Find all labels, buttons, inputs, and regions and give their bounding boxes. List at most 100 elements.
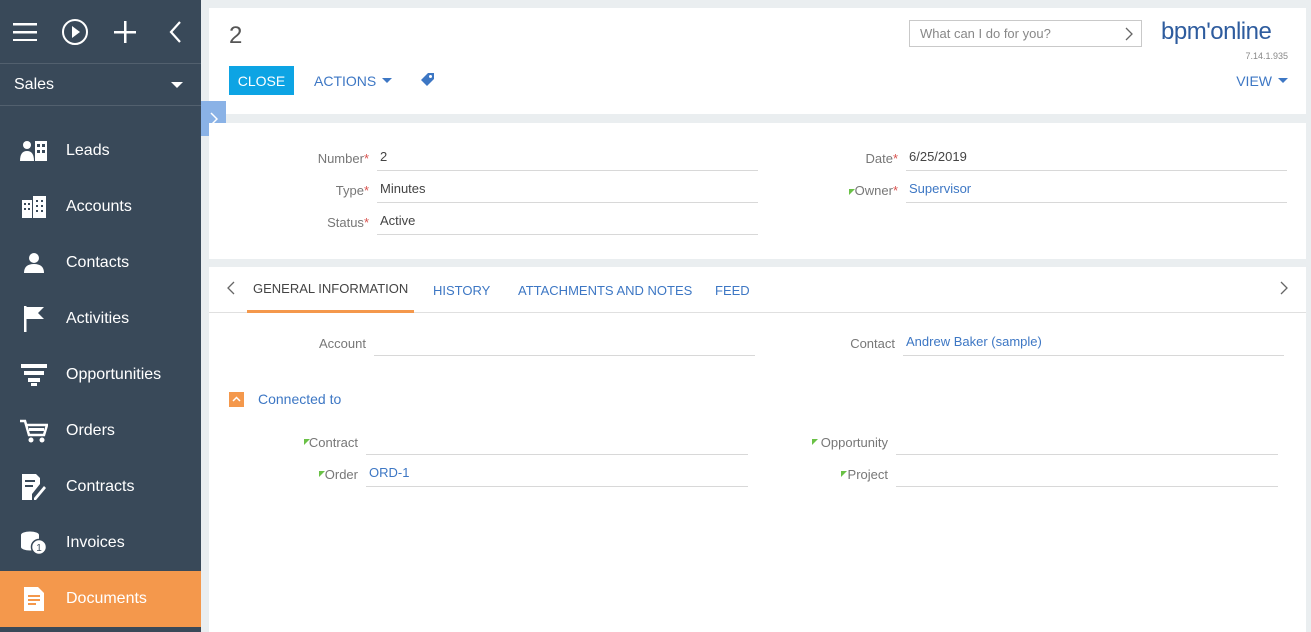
required-mark: * <box>892 183 898 198</box>
contacts-icon <box>0 235 66 291</box>
sidebar-item-contacts[interactable]: Contacts <box>0 235 201 291</box>
view-label: VIEW <box>1236 72 1272 89</box>
contract-value[interactable] <box>366 427 748 455</box>
date-field: Date* 6/25/2019 <box>769 143 1287 171</box>
version-label: 7.14.1.935 <box>1245 51 1288 61</box>
section-list: Leads Accounts Contacts Activities Oppor… <box>0 123 201 627</box>
sidebar-item-activities[interactable]: Activities <box>0 291 201 347</box>
command-search-input[interactable]: What can I do for you? <box>909 20 1142 47</box>
opportunity-field: Opportunity <box>739 427 1278 455</box>
sidebar-item-label: Accounts <box>66 198 132 215</box>
collapse-group-icon[interactable] <box>229 391 244 407</box>
required-mark: * <box>363 183 369 198</box>
opportunity-label: Opportunity <box>820 435 888 450</box>
actions-button[interactable]: ACTIONS <box>314 66 393 95</box>
account-field: Account <box>209 328 755 356</box>
collapse-sidebar-icon[interactable] <box>150 0 200 64</box>
required-mark: * <box>892 151 898 166</box>
tag-icon[interactable] <box>419 71 435 90</box>
sidebar-item-opportunities[interactable]: Opportunities <box>0 347 201 403</box>
actions-label: ACTIONS <box>314 72 377 89</box>
sidebar-item-label: Invoices <box>66 534 125 551</box>
lookup-marker <box>304 439 310 445</box>
order-field: Order ORD-1 <box>209 459 748 487</box>
type-value[interactable]: Minutes <box>377 175 758 203</box>
sidebar-item-label: Contracts <box>66 478 135 495</box>
invoices-coins-icon: 1 <box>0 515 66 571</box>
sidebar-item-documents[interactable]: Documents <box>0 571 201 627</box>
sidebar-item-leads[interactable]: Leads <box>0 123 201 179</box>
project-value[interactable] <box>896 459 1278 487</box>
sidebar-item-invoices[interactable]: 1 Invoices <box>0 515 201 571</box>
chevron-left-icon[interactable] <box>227 281 235 295</box>
required-mark: * <box>363 215 369 230</box>
sidebar-item-label: Documents <box>66 590 147 607</box>
status-field: Status* Active <box>209 207 758 235</box>
documents-icon <box>0 571 66 627</box>
required-mark: * <box>363 151 369 166</box>
sidebar-item-label: Orders <box>66 422 115 439</box>
page-title: 2 <box>229 22 243 49</box>
contract-label: Contract <box>308 435 358 450</box>
order-value[interactable]: ORD-1 <box>366 459 748 487</box>
search-placeholder: What can I do for you? <box>920 26 1051 41</box>
type-label: Type <box>335 183 364 198</box>
workspace-selector[interactable]: Sales <box>0 64 201 106</box>
owner-field: Owner* Supervisor <box>769 175 1287 203</box>
activities-flag-icon <box>0 291 66 347</box>
sidebar-item-orders[interactable]: Orders <box>0 403 201 459</box>
sidebar-item-label: Activities <box>66 310 130 327</box>
owner-value[interactable]: Supervisor <box>906 175 1287 203</box>
accounts-icon <box>0 179 66 235</box>
account-value[interactable] <box>374 328 755 356</box>
play-process-icon[interactable] <box>50 0 100 64</box>
status-value[interactable]: Active <box>377 207 758 235</box>
owner-label: Owner <box>854 183 893 198</box>
opportunities-funnel-icon <box>0 347 66 403</box>
tab-feed[interactable]: FEED <box>709 267 756 313</box>
svg-text:1: 1 <box>36 543 42 554</box>
date-label: Date <box>865 151 893 166</box>
status-label: Status <box>327 215 364 230</box>
contact-field: Contact Andrew Baker (sample) <box>769 328 1284 356</box>
bpmonline-logo: bpm'online <box>1161 18 1272 45</box>
project-label: Project <box>847 467 888 482</box>
lookup-marker <box>849 189 855 195</box>
group-title: Connected to <box>258 391 342 407</box>
sidebar-item-contracts[interactable]: Contracts <box>0 459 201 515</box>
menu-icon[interactable] <box>0 0 50 64</box>
workspace-label: Sales <box>14 75 55 93</box>
chevron-down-icon <box>382 78 393 83</box>
contracts-icon <box>0 459 66 515</box>
contact-value[interactable]: Andrew Baker (sample) <box>903 328 1284 356</box>
project-field: Project <box>739 459 1278 487</box>
leads-icon <box>0 123 66 179</box>
sidebar: Sales Leads Accounts Contacts Activities… <box>0 0 201 632</box>
lookup-marker <box>812 439 818 445</box>
contact-label: Contact <box>850 336 895 351</box>
sidebar-item-label: Leads <box>66 142 110 159</box>
sidebar-item-accounts[interactable]: Accounts <box>0 179 201 235</box>
lookup-marker <box>319 471 325 477</box>
orders-cart-icon <box>0 403 66 459</box>
chevron-right-icon[interactable] <box>1125 27 1133 41</box>
tab-history[interactable]: HISTORY <box>427 267 496 313</box>
date-value[interactable]: 6/25/2019 <box>906 143 1287 171</box>
primary-fields-panel: Number* 2 Type* Minutes Status* Active D… <box>209 123 1306 259</box>
page-header: 2 What can I do for you? bpm'online 7.14… <box>209 8 1306 114</box>
tab-general-information[interactable]: GENERAL INFORMATION <box>247 267 415 313</box>
contract-field: Contract <box>209 427 748 455</box>
view-button[interactable]: VIEW <box>1236 66 1288 95</box>
connected-to-group-header[interactable]: Connected to <box>229 391 341 407</box>
chevron-down-icon <box>1278 78 1288 83</box>
add-icon[interactable] <box>100 0 150 64</box>
close-button[interactable]: CLOSE <box>229 66 294 95</box>
chevron-right-icon[interactable] <box>1280 281 1288 295</box>
number-label: Number <box>317 151 364 166</box>
tab-attachments-and-notes[interactable]: ATTACHMENTS AND NOTES <box>512 267 698 313</box>
number-value[interactable]: 2 <box>377 143 758 171</box>
tabs-panel: GENERAL INFORMATION HISTORY ATTACHMENTS … <box>209 267 1306 632</box>
sidebar-item-label: Opportunities <box>66 366 162 383</box>
lookup-marker <box>841 471 847 477</box>
opportunity-value[interactable] <box>896 427 1278 455</box>
